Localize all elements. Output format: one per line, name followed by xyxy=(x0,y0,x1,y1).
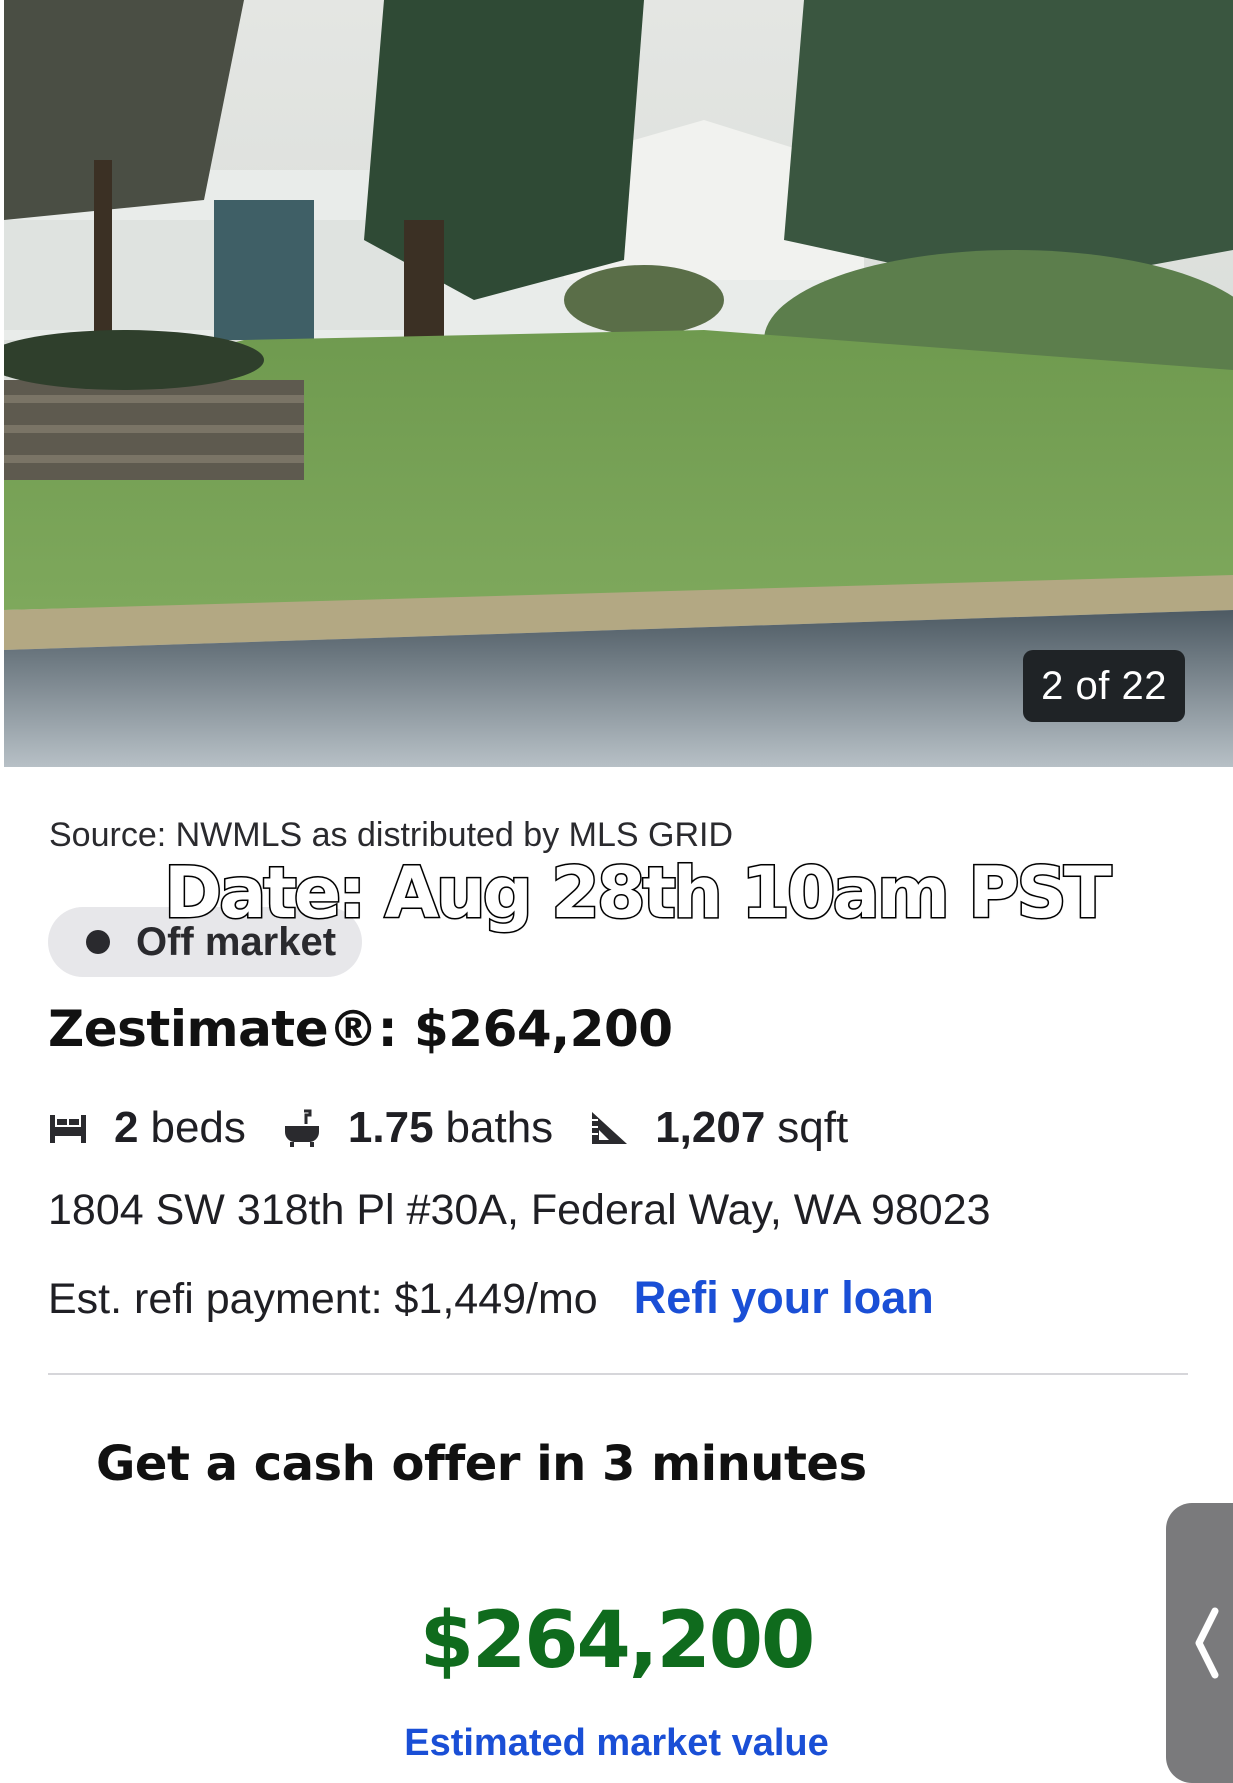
divider xyxy=(48,1373,1188,1375)
bed-icon xyxy=(50,1115,86,1143)
baths-label: baths xyxy=(445,1103,554,1152)
baths-value: 1.75 xyxy=(347,1103,434,1152)
ruler-triangle-icon xyxy=(592,1112,628,1144)
property-photo[interactable]: 2 of 22 xyxy=(4,0,1233,767)
side-panel-handle[interactable] xyxy=(1166,1503,1233,1783)
refi-loan-link[interactable]: Refi your loan xyxy=(634,1272,934,1324)
listing-source: Source: NWMLS as distributed by MLS GRID xyxy=(49,816,734,854)
zestimate-price: Zestimate®: $264,200 xyxy=(48,1000,673,1058)
chevron-left-icon xyxy=(1195,1607,1219,1679)
cash-offer-value: $264,200 xyxy=(419,1596,816,1686)
sqft-label: sqft xyxy=(777,1103,849,1152)
photo-counter: 2 of 22 xyxy=(1023,650,1185,722)
sqft-value: 1,207 xyxy=(655,1103,766,1152)
bathtub-icon xyxy=(284,1109,319,1147)
overlay-date-caption: Date: Aug 28th 10am PST xyxy=(163,851,1114,936)
status-dot-icon xyxy=(86,930,110,954)
estimated-market-value-link[interactable]: Estimated market value xyxy=(0,1722,1233,1765)
refi-payment: Est. refi payment: $1,449/mo xyxy=(48,1275,598,1323)
cash-offer-title: Get a cash offer in 3 minutes xyxy=(96,1436,867,1492)
refi-row: Est. refi payment: $1,449/mo Refi your l… xyxy=(48,1272,934,1324)
property-facts: 2 beds 1.75 baths 1,207 sqft xyxy=(48,1098,884,1158)
property-address: 1804 SW 318th Pl #30A, Federal Way, WA 9… xyxy=(48,1186,991,1234)
beds-label: beds xyxy=(150,1103,246,1152)
beds-fact: 2 beds xyxy=(48,1103,246,1153)
beds-value: 2 xyxy=(114,1103,139,1152)
sqft-fact: 1,207 sqft xyxy=(589,1103,848,1153)
baths-fact: 1.75 baths xyxy=(282,1103,553,1153)
